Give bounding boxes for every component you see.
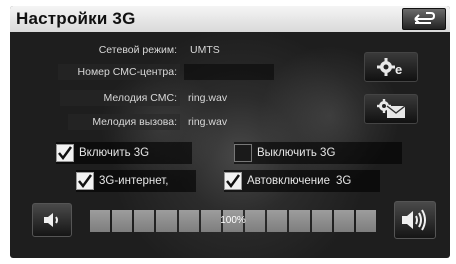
disable-3g-label: Выключить 3G — [257, 147, 336, 159]
sms-melody-value[interactable]: ring.wav — [188, 90, 227, 106]
gear-e-icon: e — [377, 58, 402, 77]
internet-3g-option[interactable]: 3G-интернет, — [76, 170, 196, 192]
enable-3g-label: Включить 3G — [79, 147, 150, 159]
checkmark-icon — [78, 174, 93, 189]
envelope-gear-icon — [377, 99, 406, 118]
settings-button[interactable]: e — [364, 52, 418, 82]
auto-enable-suffix: 3G — [335, 175, 352, 187]
network-mode-label: Сетевой режим: — [98, 44, 177, 56]
back-button[interactable] — [402, 8, 446, 30]
disable-3g-checkbox[interactable] — [234, 144, 252, 162]
enable-3g-checkbox[interactable] — [56, 144, 74, 162]
enable-3g-option[interactable]: Включить 3G — [56, 142, 192, 164]
volume-percent: 100% — [220, 215, 246, 226]
network-mode-value: UMTS — [190, 44, 220, 56]
call-melody-label: Мелодия вызова: — [68, 114, 180, 130]
checkmark-icon — [226, 174, 241, 189]
return-arrow-icon — [414, 12, 436, 24]
auto-enable-checkbox[interactable] — [224, 172, 242, 190]
volume-up-button[interactable] — [394, 201, 436, 239]
call-melody-value[interactable]: ring.wav — [188, 114, 227, 130]
page-title: Настройки 3G — [16, 9, 136, 28]
speaker-high-icon — [402, 209, 426, 231]
volume-down-button[interactable] — [32, 203, 72, 237]
messages-button[interactable] — [364, 94, 418, 124]
settings-screen: Настройки 3G Сетевой режим: UMTS Номер С… — [10, 6, 450, 258]
internet-3g-checkbox[interactable] — [76, 172, 94, 190]
checkmark-icon — [58, 146, 73, 161]
internet-3g-label: 3G-интернет, — [99, 175, 169, 187]
title-bar: Настройки 3G — [10, 6, 450, 32]
sms-center-label: Номер СМС-центра: — [58, 64, 180, 80]
sms-melody-label: Мелодия СМС: — [60, 90, 180, 106]
auto-enable-label: Автовключение — [247, 175, 330, 187]
speaker-low-icon — [44, 213, 58, 227]
sms-center-field[interactable] — [184, 64, 274, 80]
disable-3g-option[interactable]: Выключить 3G — [234, 142, 402, 164]
svg-text:e: e — [395, 62, 402, 77]
auto-enable-option[interactable]: Автовключение 3G — [224, 170, 380, 192]
